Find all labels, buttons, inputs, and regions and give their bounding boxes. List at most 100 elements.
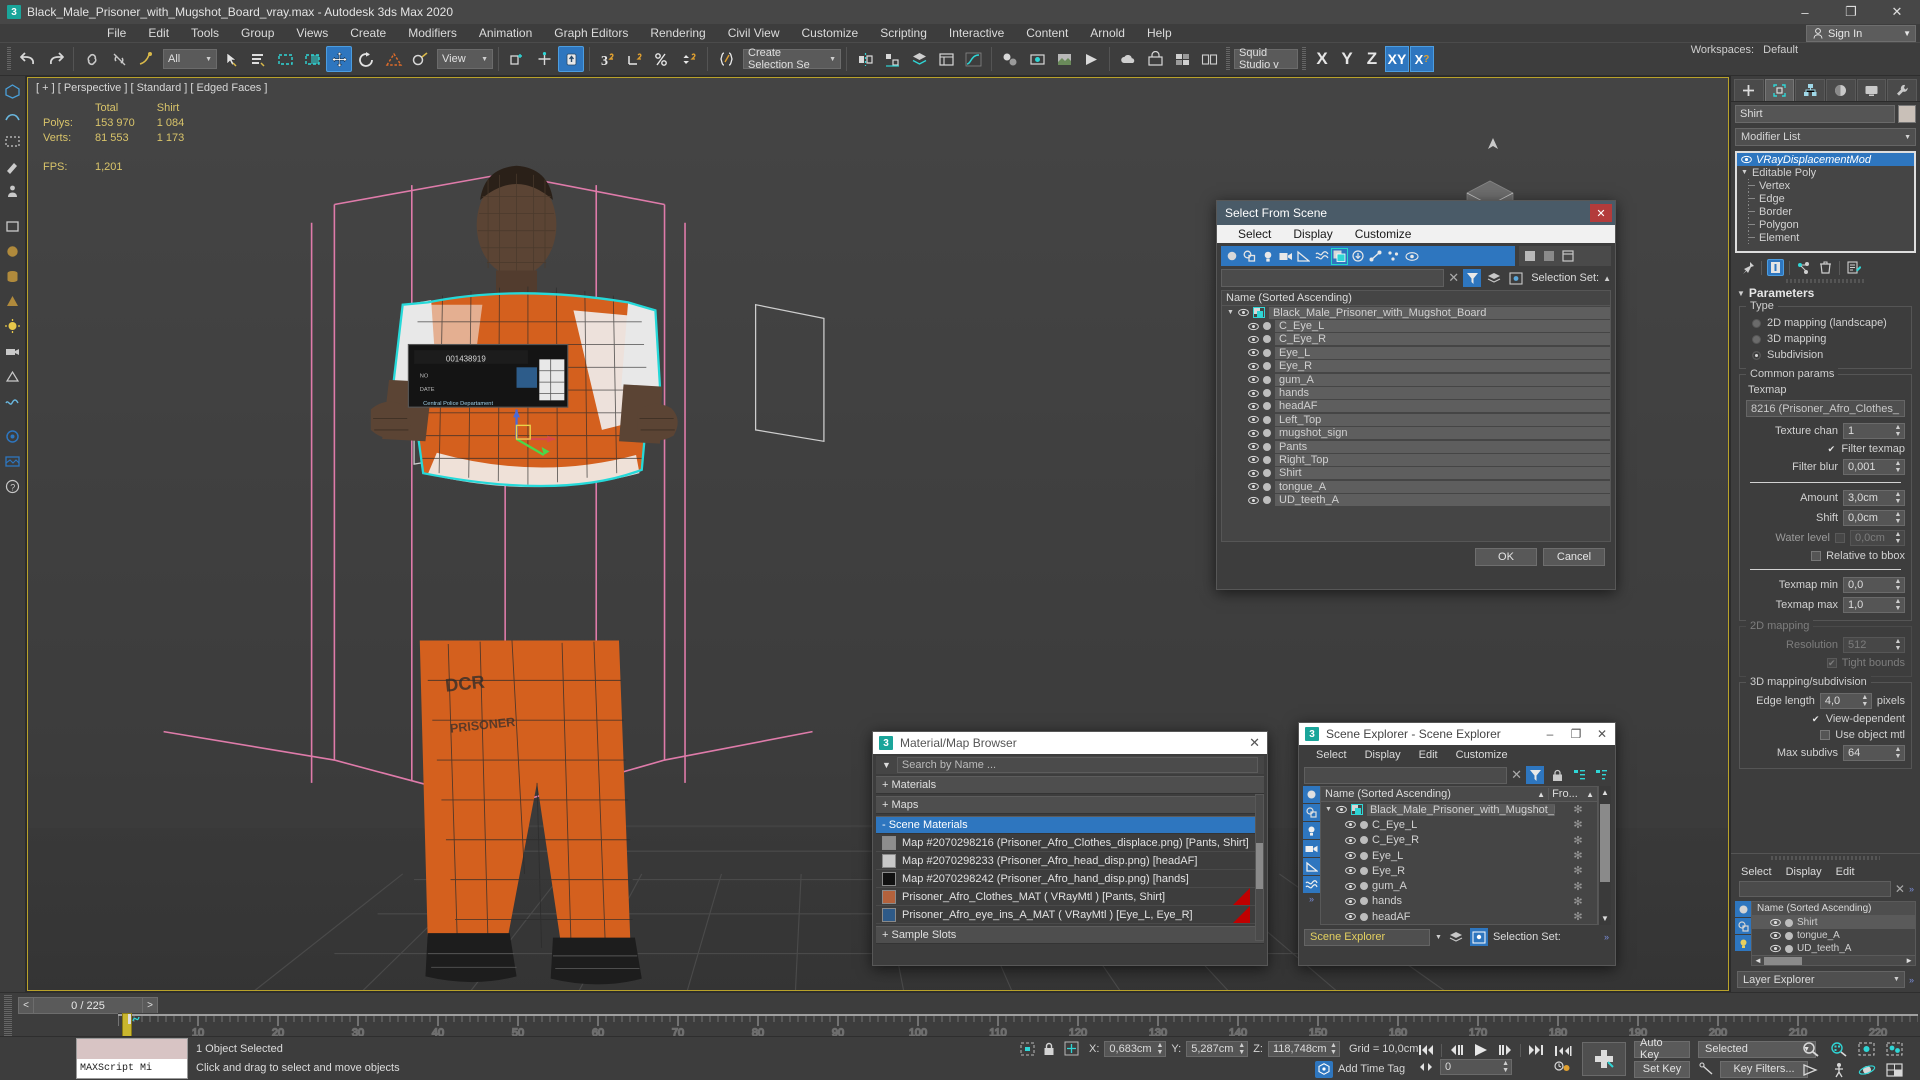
expand-all-icon[interactable] xyxy=(1570,766,1588,784)
viewport-label[interactable]: [ + ] [ Perspective ] [ Standard ] [ Edg… xyxy=(36,82,267,94)
pin-stack-icon[interactable] xyxy=(1739,259,1756,276)
layer-toggle-icon[interactable] xyxy=(1485,269,1503,287)
axis-constraint-flyout-button[interactable]: X? xyxy=(1410,46,1434,72)
more-options-icon[interactable]: » xyxy=(1909,975,1914,985)
tree-item[interactable]: Pants xyxy=(1222,440,1610,453)
menu-help[interactable]: Help xyxy=(1136,24,1183,42)
configure-modifier-sets-icon[interactable] xyxy=(1845,259,1862,276)
horizontal-scrollbar[interactable]: ◄ ► xyxy=(1752,955,1915,965)
track-bar-ruler[interactable]: 10 20 30 40 50 60 70 80 90 100 110 120 130 140 150 160 1… xyxy=(118,1013,1918,1037)
help-icon[interactable]: ? xyxy=(2,475,24,497)
helper-icon[interactable] xyxy=(2,365,24,387)
current-frame-spinner[interactable]: 0 ▲ ▼ xyxy=(1440,1059,1512,1075)
vray-frame-buffer-icon[interactable] xyxy=(2,450,24,472)
scene-explorer-row[interactable]: Eye_R ✻ xyxy=(1321,863,1597,878)
use-object-mtl-row[interactable]: Use object mtl xyxy=(1746,727,1905,743)
selection-filter-combo[interactable]: All ▼ xyxy=(163,49,217,69)
key-filters-button[interactable]: Key Filters... xyxy=(1720,1060,1808,1078)
ok-button[interactable]: OK xyxy=(1475,548,1537,566)
radio-2d-mapping-landscape[interactable]: 2D mapping (landscape) xyxy=(1746,315,1905,331)
collapse-all-icon[interactable] xyxy=(1592,766,1610,784)
key-mode-combo[interactable]: Selected ▼ xyxy=(1698,1040,1816,1058)
relative-bbox-row[interactable]: Relative to bbox xyxy=(1746,548,1905,564)
maximize-viewport-toggle-icon[interactable] xyxy=(1886,1062,1904,1078)
more-filters-icon[interactable]: » xyxy=(1303,894,1320,904)
vray-render-icon[interactable] xyxy=(2,425,24,447)
scroll-left-icon[interactable]: ◄ xyxy=(1752,956,1762,965)
rendered-frame-window-button[interactable] xyxy=(1051,46,1077,72)
filter-shapes-icon[interactable] xyxy=(1303,804,1320,821)
tree-item[interactable]: UD_teeth_A xyxy=(1222,493,1610,507)
spinner-arrows-icon[interactable]: ▲ ▼ xyxy=(1894,424,1904,438)
filter-bones-icon[interactable] xyxy=(1367,248,1384,265)
clear-search-icon[interactable]: ✕ xyxy=(1511,767,1522,783)
frozen-state-icon[interactable]: ✻ xyxy=(1559,849,1597,862)
scene-materials-list[interactable]: Map #2070298216 (Prisoner_Afro_Clothes_d… xyxy=(876,834,1264,924)
mirror-button[interactable] xyxy=(852,46,878,72)
camera-icon[interactable] xyxy=(2,340,24,362)
cancel-button[interactable]: Cancel xyxy=(1543,548,1605,566)
axis-z-button[interactable]: Z xyxy=(1360,46,1384,72)
menu-customize[interactable]: Customize xyxy=(791,24,870,42)
display-influences-icon[interactable] xyxy=(1540,248,1557,265)
expand-triangle-icon[interactable]: ▼ xyxy=(1741,169,1748,176)
frozen-state-icon[interactable]: ✻ xyxy=(1559,834,1597,847)
menu-customize[interactable]: Customize xyxy=(1344,227,1423,241)
scroll-right-icon[interactable]: ► xyxy=(1905,956,1915,965)
y-coordinate-field[interactable]: 5,287cm ▲ ▼ xyxy=(1186,1040,1249,1057)
water-level-checkbox[interactable] xyxy=(1835,533,1845,543)
filter-particles-icon[interactable] xyxy=(1385,248,1402,265)
tree-item[interactable]: gum_A xyxy=(1222,373,1610,386)
manage-scene-states-button[interactable] xyxy=(1169,46,1195,72)
next-frame-button[interactable]: > xyxy=(142,997,158,1014)
hierarchy-tab[interactable] xyxy=(1795,78,1826,101)
select-set-icon[interactable] xyxy=(1507,269,1525,287)
radio-3d-mapping[interactable]: 3D mapping xyxy=(1746,331,1905,347)
reference-coord-system-combo[interactable]: View ▼ xyxy=(437,49,493,69)
axis-y-button[interactable]: Y xyxy=(1335,46,1359,72)
previous-key-button[interactable] xyxy=(1448,1044,1465,1056)
zoom-all-icon[interactable] xyxy=(1830,1041,1848,1057)
scroll-thumb[interactable] xyxy=(1600,804,1610,882)
menu-create[interactable]: Create xyxy=(339,24,397,42)
render-in-cloud-button[interactable] xyxy=(1115,46,1141,72)
filter-geometry-icon[interactable] xyxy=(1303,786,1320,803)
close-icon[interactable]: ✕ xyxy=(1249,735,1260,751)
close-icon[interactable]: ✕ xyxy=(1590,204,1612,222)
track-bar-key-icon[interactable] xyxy=(128,1013,142,1025)
max-subdivs-spinner[interactable]: 64 ▲ ▼ xyxy=(1843,745,1905,761)
sub-object-element[interactable]: Element xyxy=(1737,231,1914,244)
tree-item[interactable]: C_Eye_R xyxy=(1222,333,1610,346)
menu-select[interactable]: Select xyxy=(1307,749,1356,761)
select-and-link-button[interactable] xyxy=(79,46,105,72)
select-and-place-button[interactable] xyxy=(407,46,433,72)
material-map-browser-dialog[interactable]: 3 Material/Map Browser ✕ ▼ Search by Nam… xyxy=(872,731,1268,966)
unlink-selection-button[interactable] xyxy=(106,46,132,72)
x-coordinate-field[interactable]: 0,683cm ▲ ▼ xyxy=(1104,1040,1167,1057)
group-sample-slots[interactable]: + Sample Slots xyxy=(876,926,1264,944)
walk-through-icon[interactable] xyxy=(1830,1062,1848,1078)
explorer-selector-combo[interactable]: Layer Explorer ▼ xyxy=(1737,971,1905,988)
layer-explorer-grid[interactable]: Name (Sorted Ascending) Shirt tongue_A U… xyxy=(1751,901,1916,966)
create-shapes-icon[interactable] xyxy=(2,215,24,237)
sub-object-polygon[interactable]: Polygon xyxy=(1737,218,1914,231)
snaps-3-toggle-button[interactable]: 3 xyxy=(595,46,621,72)
modifier-parameters-scroll[interactable]: ▼ Parameters Type 2D mapping (landscape)… xyxy=(1731,283,1920,853)
tree-item[interactable]: Right_Top xyxy=(1222,453,1610,466)
layer-explorer-search-input[interactable] xyxy=(1739,881,1891,897)
select-by-name-button[interactable] xyxy=(245,46,271,72)
scroll-up-icon[interactable]: ▲ xyxy=(1599,786,1611,799)
layer-row-ud-teeth-a[interactable]: UD_teeth_A xyxy=(1752,942,1915,955)
panel-grip[interactable] xyxy=(1771,856,1880,860)
cone-primitive-icon[interactable] xyxy=(2,290,24,312)
use-object-mtl-checkbox[interactable] xyxy=(1820,730,1831,740)
scene-explorer-root-row[interactable]: ▼ Black_Male_Prisoner_with_Mugshot_Board… xyxy=(1321,802,1597,817)
menu-edit[interactable]: Edit xyxy=(1410,749,1447,761)
add-time-tag-row[interactable]: Add Time Tag xyxy=(1020,1060,1418,1078)
select-and-manipulate-button[interactable] xyxy=(531,46,557,72)
menu-display[interactable]: Display xyxy=(1356,749,1410,761)
angle-snap-toggle-button[interactable] xyxy=(622,46,648,72)
show-end-result-icon[interactable] xyxy=(1767,259,1784,276)
toggle-scene-converter-button[interactable] xyxy=(1196,46,1222,72)
filter-toggle-icon[interactable] xyxy=(1526,766,1544,784)
